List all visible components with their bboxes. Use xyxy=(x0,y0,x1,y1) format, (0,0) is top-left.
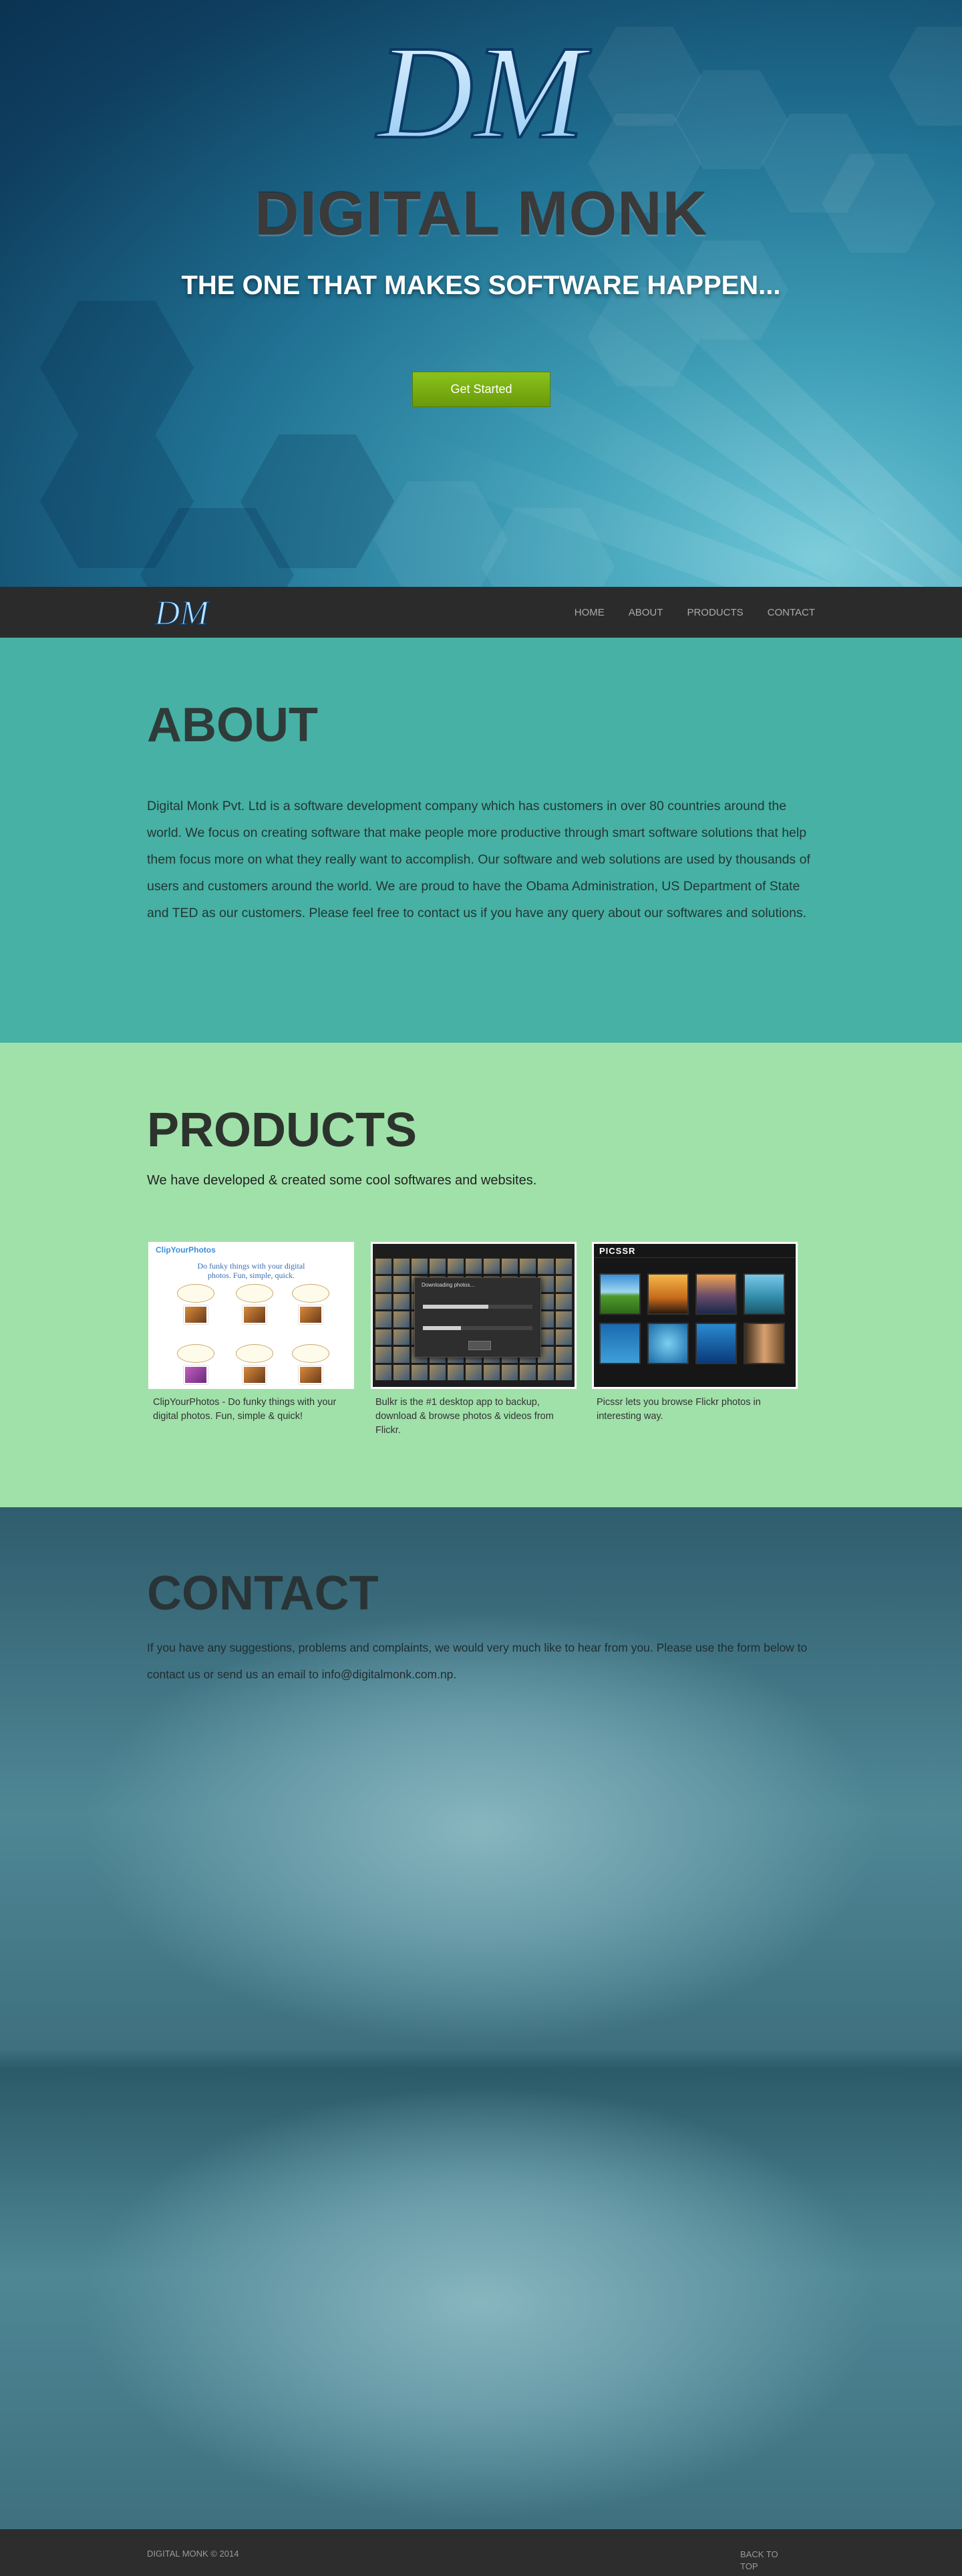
about-body: Digital Monk Pvt. Ltd is a software deve… xyxy=(147,799,810,920)
photo-tile xyxy=(647,1273,689,1315)
nav-item-home[interactable]: HOME xyxy=(575,607,605,618)
photo-sample xyxy=(243,1305,267,1324)
photo-tile xyxy=(744,1273,785,1315)
copyright-text: DIGITAL MONK © 2014 xyxy=(147,2549,239,2559)
svg-text:DM: DM xyxy=(375,27,591,160)
dm-monogram-logo: DM xyxy=(373,27,592,160)
dm-monogram-icon: DM xyxy=(154,594,211,633)
nav-item-about[interactable]: ABOUT xyxy=(629,607,663,618)
nav-logo[interactable]: DM xyxy=(148,594,215,633)
speech-bubble xyxy=(236,1284,273,1303)
nav-item-contact[interactable]: CONTACT xyxy=(768,607,815,618)
thumb-tagline: Do funky things with your digital photos… xyxy=(197,1261,305,1280)
navbar: DM HOME ABOUT PRODUCTS CONTACT xyxy=(0,587,962,638)
product-card-bulkr[interactable]: Downloading photos... Bulkr is the #1 de… xyxy=(371,1242,578,1438)
photo-sample xyxy=(184,1366,208,1384)
about-heading: ABOUT xyxy=(147,698,318,752)
contact-body: If you have any suggestions, problems an… xyxy=(147,1641,808,1681)
product-thumbnail[interactable]: PICSSR xyxy=(592,1242,798,1389)
photo-tile xyxy=(695,1323,737,1364)
product-card-picssr[interactable]: PICSSR Picssr lets you browse Flickr pho… xyxy=(592,1242,799,1424)
photo-sample xyxy=(299,1366,323,1384)
photo-tile xyxy=(744,1323,785,1364)
photo-tile xyxy=(695,1273,737,1315)
speech-bubble xyxy=(292,1344,329,1363)
hero-section: DM DIGITAL MONK THE ONE THAT MAKES SOFTW… xyxy=(0,0,962,587)
back-to-top-link[interactable]: BACK TO TOP xyxy=(740,2549,780,2573)
hex-decoration xyxy=(40,301,194,434)
product-caption: Bulkr is the #1 desktop app to backup, d… xyxy=(375,1397,554,1436)
speech-bubble xyxy=(177,1344,214,1363)
photo-sample xyxy=(243,1366,267,1384)
thumb-brand: ClipYourPhotos xyxy=(156,1245,216,1255)
contact-section: CONTACT If you have any suggestions, pro… xyxy=(0,1507,962,2529)
speech-bubble xyxy=(177,1284,214,1303)
product-caption: Picssr lets you browse Flickr photos in … xyxy=(597,1397,761,1422)
photo-tile xyxy=(599,1273,641,1315)
photo-tile xyxy=(599,1323,641,1364)
product-thumbnail[interactable]: Downloading photos... xyxy=(371,1242,577,1389)
progress-bar xyxy=(423,1305,532,1309)
products-section: PRODUCTS We have developed & created som… xyxy=(0,1043,962,1507)
about-section: ABOUT Digital Monk Pvt. Ltd is a softwar… xyxy=(0,638,962,1043)
photo-sample xyxy=(299,1305,323,1324)
photo-tile xyxy=(647,1323,689,1364)
dialog-title: Downloading photos... xyxy=(422,1282,475,1288)
products-subheading: We have developed & created some cool so… xyxy=(147,1173,537,1188)
hero-logo: DM xyxy=(0,27,962,164)
svg-text:DM: DM xyxy=(154,595,211,630)
hero-tagline: THE ONE THAT MAKES SOFTWARE HAPPEN... xyxy=(181,271,781,300)
download-dialog: Downloading photos... xyxy=(414,1277,541,1358)
product-card-clipyourphotos[interactable]: ClipYourPhotos Do funky things with your… xyxy=(148,1242,355,1424)
speech-bubble xyxy=(292,1284,329,1303)
nav-item-products[interactable]: PRODUCTS xyxy=(687,607,743,618)
thumb-logo: PICSSR xyxy=(599,1246,636,1256)
get-started-button[interactable]: Get Started xyxy=(412,372,550,407)
nav-menu: HOME ABOUT PRODUCTS CONTACT xyxy=(550,587,815,638)
product-caption: ClipYourPhotos - Do funky things with yo… xyxy=(153,1397,337,1422)
products-heading: PRODUCTS xyxy=(147,1104,418,1157)
speech-bubble xyxy=(236,1344,273,1363)
product-thumbnail[interactable]: ClipYourPhotos Do funky things with your… xyxy=(148,1242,354,1389)
footer: DIGITAL MONK © 2014 BACK TO TOP xyxy=(0,2529,962,2576)
site-title: DIGITAL MONK xyxy=(254,180,708,248)
progress-bar xyxy=(423,1326,532,1330)
cancel-button xyxy=(468,1341,491,1350)
photo-sample xyxy=(184,1305,208,1324)
contact-heading: CONTACT xyxy=(147,1567,379,1620)
